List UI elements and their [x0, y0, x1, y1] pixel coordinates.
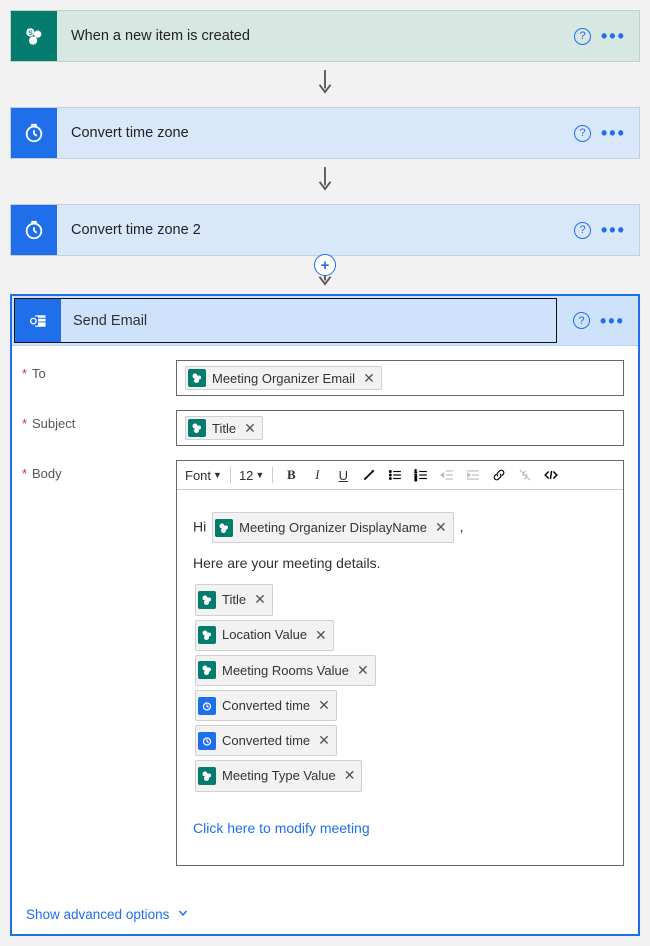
- italic-button[interactable]: I: [307, 465, 327, 485]
- svg-text:S: S: [29, 30, 34, 37]
- connector-arrow: [10, 159, 640, 204]
- token-text: Title: [212, 421, 236, 436]
- font-select[interactable]: Font ▼: [185, 468, 222, 483]
- step-menu-button[interactable]: •••: [601, 225, 625, 235]
- dynamic-token[interactable]: Meeting Rooms Value ✕: [195, 655, 376, 686]
- token-remove-icon[interactable]: ✕: [433, 515, 449, 540]
- subject-field[interactable]: Title ✕: [176, 410, 624, 446]
- step-header[interactable]: Send Email: [14, 298, 557, 343]
- modify-meeting-link[interactable]: Click here to modify meeting: [193, 820, 370, 836]
- body-label: Body: [26, 460, 176, 481]
- token-text: Converted time: [222, 694, 310, 717]
- dynamic-token[interactable]: Meeting Type Value ✕: [195, 760, 362, 791]
- convert-tz-step-1[interactable]: Convert time zone ? •••: [10, 107, 640, 159]
- token-remove-icon[interactable]: ✕: [316, 693, 332, 718]
- help-icon[interactable]: ?: [574, 222, 591, 239]
- token-text: Title: [222, 588, 246, 611]
- to-field[interactable]: Meeting Organizer Email ✕: [176, 360, 624, 396]
- dynamic-token[interactable]: Converted time ✕: [195, 725, 337, 756]
- numbered-list-button[interactable]: 123: [411, 465, 431, 485]
- editor-toolbar: Font ▼ 12 ▼ B I U 123: [177, 461, 623, 490]
- clock-icon: [198, 697, 216, 715]
- font-size-select[interactable]: 12 ▼: [239, 468, 264, 483]
- sharepoint-icon: [215, 519, 233, 537]
- token-text: Location Value: [222, 623, 307, 646]
- sharepoint-icon: [198, 626, 216, 644]
- sharepoint-icon: [188, 419, 206, 437]
- token-text: Converted time: [222, 729, 310, 752]
- indent-button[interactable]: [463, 465, 483, 485]
- bulleted-list-button[interactable]: [385, 465, 405, 485]
- help-icon[interactable]: ?: [573, 312, 590, 329]
- dynamic-token[interactable]: Title ✕: [185, 416, 263, 440]
- token-remove-icon[interactable]: ✕: [252, 587, 268, 612]
- subject-label: Subject: [26, 410, 176, 431]
- sharepoint-icon: S: [11, 11, 57, 61]
- code-view-button[interactable]: [541, 465, 561, 485]
- color-button[interactable]: [359, 465, 379, 485]
- token-remove-icon[interactable]: ✕: [242, 420, 258, 437]
- add-step-button[interactable]: +: [314, 254, 336, 276]
- dynamic-token[interactable]: Meeting Organizer DisplayName ✕: [212, 512, 454, 543]
- dynamic-token[interactable]: Location Value ✕: [195, 620, 334, 651]
- token-remove-icon[interactable]: ✕: [342, 763, 358, 788]
- intro-text: Here are your meeting details.: [193, 551, 607, 576]
- token-text: Meeting Type Value: [222, 764, 336, 787]
- step-title: When a new item is created: [57, 11, 560, 61]
- step-title: Send Email: [61, 299, 556, 342]
- send-email-step: Send Email ? ••• To Meeting Organizer Em…: [10, 294, 640, 936]
- sharepoint-icon: [198, 591, 216, 609]
- body-editor: Font ▼ 12 ▼ B I U 123: [176, 460, 624, 866]
- greeting-suffix: ,: [460, 518, 464, 534]
- dynamic-token[interactable]: Meeting Organizer Email ✕: [185, 366, 382, 390]
- step-menu-button[interactable]: •••: [601, 128, 625, 138]
- dynamic-token[interactable]: Title ✕: [195, 584, 273, 615]
- clock-icon: [198, 732, 216, 750]
- advanced-options-label: Show advanced options: [26, 907, 169, 922]
- dynamic-token[interactable]: Converted time ✕: [195, 690, 337, 721]
- step-menu-button[interactable]: •••: [601, 31, 625, 41]
- trigger-step[interactable]: S When a new item is created ? •••: [10, 10, 640, 62]
- clock-icon: [11, 205, 57, 255]
- convert-tz-step-2[interactable]: Convert time zone 2 ? •••: [10, 204, 640, 256]
- token-text: Meeting Rooms Value: [222, 659, 349, 682]
- outlook-icon: [15, 299, 61, 342]
- sharepoint-icon: [198, 767, 216, 785]
- link-button[interactable]: [489, 465, 509, 485]
- connector-arrow: [10, 62, 640, 107]
- bold-button[interactable]: B: [281, 465, 301, 485]
- clock-icon: [11, 108, 57, 158]
- greeting-prefix: Hi: [193, 518, 210, 534]
- underline-button[interactable]: U: [333, 465, 353, 485]
- help-icon[interactable]: ?: [574, 28, 591, 45]
- chevron-down-icon: [177, 907, 189, 922]
- svg-text:3: 3: [415, 477, 418, 482]
- token-text: Meeting Organizer DisplayName: [239, 516, 427, 539]
- help-icon[interactable]: ?: [574, 125, 591, 142]
- token-remove-icon[interactable]: ✕: [361, 370, 377, 387]
- body-content[interactable]: Hi Meeting Organizer DisplayName ✕ , Her…: [177, 490, 623, 865]
- outdent-button[interactable]: [437, 465, 457, 485]
- sharepoint-icon: [198, 661, 216, 679]
- show-advanced-options-link[interactable]: Show advanced options: [26, 907, 189, 922]
- token-remove-icon[interactable]: ✕: [355, 658, 371, 683]
- token-remove-icon[interactable]: ✕: [316, 728, 332, 753]
- unlink-button[interactable]: [515, 465, 535, 485]
- step-menu-button[interactable]: •••: [600, 316, 624, 326]
- step-title: Convert time zone: [57, 108, 560, 158]
- sharepoint-icon: [188, 369, 206, 387]
- token-remove-icon[interactable]: ✕: [313, 623, 329, 648]
- token-text: Meeting Organizer Email: [212, 371, 355, 386]
- step-title: Convert time zone 2: [57, 205, 560, 255]
- to-label: To: [26, 360, 176, 381]
